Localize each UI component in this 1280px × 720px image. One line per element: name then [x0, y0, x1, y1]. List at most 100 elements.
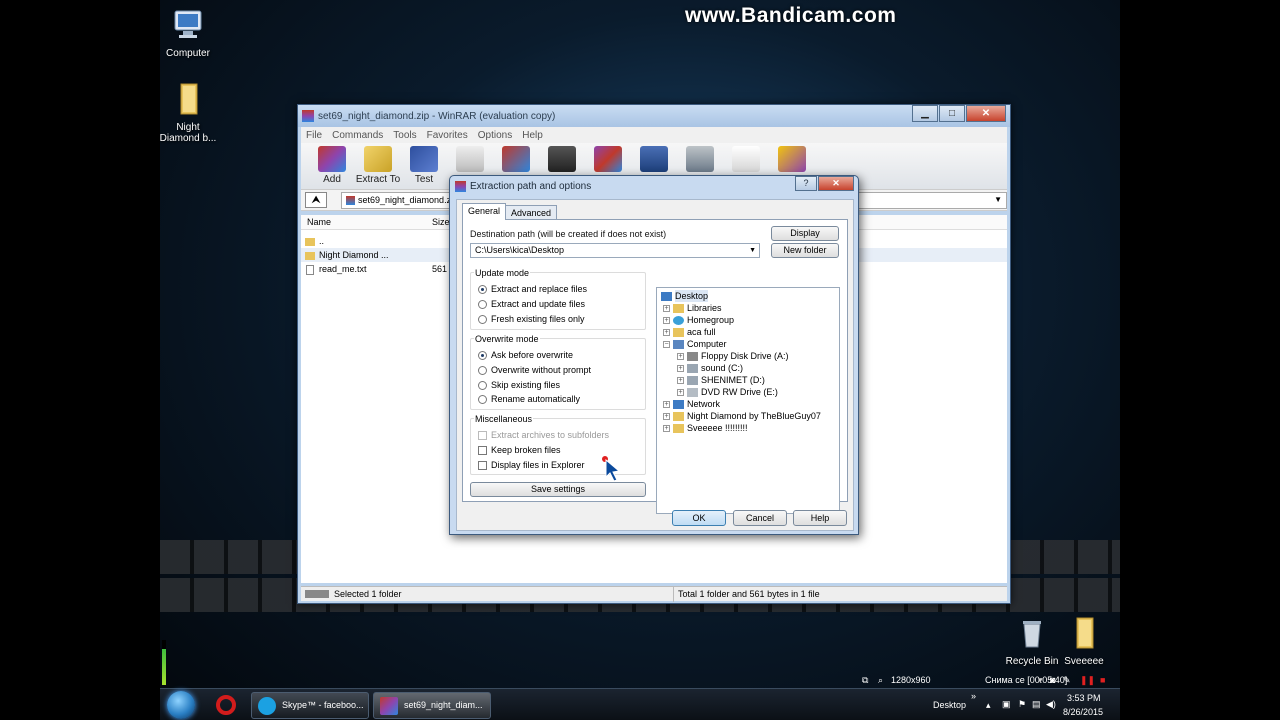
- tree-item-network[interactable]: + Network: [663, 398, 720, 410]
- display-button[interactable]: Display: [771, 226, 839, 241]
- menu-file[interactable]: File: [306, 130, 322, 141]
- mic-icon[interactable]: ✎: [1063, 675, 1071, 686]
- close-button[interactable]: ✕: [966, 105, 1006, 122]
- dialog-help-icon[interactable]: ?: [795, 176, 817, 191]
- tree-item-libraries[interactable]: + Libraries: [663, 302, 722, 314]
- tree-item-homegroup[interactable]: + Homegroup: [663, 314, 734, 326]
- expand-icon[interactable]: +: [663, 328, 670, 336]
- menu-options[interactable]: Options: [478, 130, 512, 141]
- desktop-icon-recycle-bin[interactable]: Recycle Bin: [1002, 616, 1062, 667]
- expand-icon[interactable]: +: [663, 316, 670, 324]
- update-mode-group: Update mode Extract and replace files Ex…: [470, 268, 646, 330]
- tree-item-floppy[interactable]: + Floppy Disk Drive (A:): [677, 350, 789, 362]
- expand-icon[interactable]: +: [663, 400, 670, 408]
- folder-tree[interactable]: Desktop + Libraries + Homegroup + aca full …: [656, 287, 840, 514]
- comment-button[interactable]: [723, 143, 769, 174]
- save-settings-button[interactable]: Save settings: [470, 482, 646, 497]
- radio-extract-update[interactable]: Extract and update files: [478, 299, 585, 309]
- find-button[interactable]: [539, 143, 585, 174]
- taskbar-item-winrar[interactable]: set69_night_diam...: [373, 692, 491, 719]
- radio-extract-replace[interactable]: Extract and replace files: [478, 284, 587, 294]
- radio-ask-before-overwrite[interactable]: Ask before overwrite: [478, 350, 573, 360]
- tray-app-icon[interactable]: ▣: [1002, 699, 1011, 710]
- info-button[interactable]: [631, 143, 677, 174]
- dialog-body: General Advanced Destination path (will …: [456, 199, 854, 531]
- extract-to-button[interactable]: Extract To: [355, 143, 401, 185]
- maximize-button[interactable]: □: [939, 105, 965, 122]
- desktop-icon-sveeeee[interactable]: Sveeeee: [1054, 616, 1114, 667]
- virusscan-button[interactable]: [677, 143, 723, 174]
- tab-advanced[interactable]: Advanced: [505, 205, 558, 220]
- toolbar-chevron[interactable]: »: [971, 691, 976, 701]
- radio-fresh-only[interactable]: Fresh existing files only: [478, 314, 585, 324]
- desktop-toolbar-label[interactable]: Desktop: [933, 700, 966, 710]
- desktop-icon-computer[interactable]: Computer: [158, 8, 218, 59]
- cancel-button[interactable]: Cancel: [733, 510, 787, 526]
- camera-icon[interactable]: ◙: [1050, 675, 1055, 685]
- new-folder-button[interactable]: New folder: [771, 243, 839, 258]
- collapse-icon[interactable]: −: [663, 340, 670, 348]
- stop-icon[interactable]: ■: [1100, 675, 1105, 685]
- tray-chevron-icon[interactable]: ▴: [986, 700, 991, 711]
- network-icon[interactable]: ▤: [1032, 699, 1041, 710]
- sfx-button[interactable]: [769, 143, 815, 174]
- expand-icon[interactable]: +: [677, 352, 684, 360]
- tab-general[interactable]: General: [462, 203, 507, 220]
- menu-commands[interactable]: Commands: [332, 130, 383, 141]
- delete-button[interactable]: [493, 143, 539, 174]
- network-icon: [673, 399, 684, 409]
- capture-icon[interactable]: ⧉: [862, 675, 868, 686]
- tree-item-aca-full[interactable]: + aca full: [663, 326, 716, 338]
- radio-rename-automatically[interactable]: Rename automatically: [478, 394, 580, 404]
- expand-icon[interactable]: +: [677, 376, 684, 384]
- column-name[interactable]: Name: [307, 217, 331, 227]
- help-button[interactable]: Help: [793, 510, 847, 526]
- view-button[interactable]: [447, 143, 493, 174]
- radio-skip-existing[interactable]: Skip existing files: [478, 380, 560, 390]
- chevron-down-icon[interactable]: ▾: [1038, 675, 1043, 686]
- dialog-titlebar[interactable]: Extraction path and options ? ✕: [450, 176, 858, 197]
- column-size[interactable]: Size: [432, 217, 450, 227]
- menu-help[interactable]: Help: [522, 130, 543, 141]
- tree-item-computer[interactable]: − Computer: [663, 338, 727, 350]
- clock-time[interactable]: 3:53 PM: [1067, 693, 1101, 703]
- tree-item-desktop[interactable]: Desktop: [661, 290, 709, 302]
- zoom-icon[interactable]: ⌕: [878, 675, 883, 686]
- tree-item-sveeeee[interactable]: + Sveeeee !!!!!!!!!: [663, 422, 748, 434]
- chevron-down-icon[interactable]: ▼: [749, 244, 756, 257]
- desktop-icon-night-diamond[interactable]: Night Diamond b...: [158, 82, 218, 144]
- winrar-titlebar[interactable]: set69_night_diamond.zip - WinRAR (evalua…: [298, 105, 1010, 127]
- ok-button[interactable]: OK: [672, 510, 726, 526]
- taskbar-item-skype[interactable]: Skype™ - faceboo...: [251, 692, 369, 719]
- opera-icon[interactable]: [216, 695, 236, 715]
- tree-item-drive-d[interactable]: + SHENIMET (D:): [677, 374, 765, 386]
- start-button[interactable]: [167, 691, 195, 719]
- checkbox-display-in-explorer[interactable]: Display files in Explorer: [478, 460, 585, 470]
- chevron-down-icon[interactable]: ▼: [994, 195, 1002, 204]
- expand-icon[interactable]: +: [663, 412, 670, 420]
- menu-favorites[interactable]: Favorites: [427, 130, 468, 141]
- menu-tools[interactable]: Tools: [393, 130, 416, 141]
- wizard-button[interactable]: [585, 143, 631, 174]
- destination-path-input[interactable]: C:\Users\kica\Desktop ▼: [470, 243, 760, 258]
- add-button[interactable]: Add: [309, 143, 355, 185]
- flag-icon[interactable]: ⚑: [1018, 699, 1026, 710]
- pause-icon[interactable]: ❚❚: [1080, 675, 1095, 686]
- up-folder-button[interactable]: ⮝: [305, 192, 327, 208]
- expand-icon[interactable]: +: [677, 364, 684, 372]
- expand-icon[interactable]: +: [663, 304, 670, 312]
- expand-icon[interactable]: +: [677, 388, 684, 396]
- volume-icon[interactable]: ◀): [1046, 699, 1056, 710]
- tree-item-drive-c[interactable]: + sound (C:): [677, 362, 743, 374]
- tree-item-dvd-drive[interactable]: + DVD RW Drive (E:): [677, 386, 778, 398]
- minimize-button[interactable]: ▁: [912, 105, 938, 122]
- radio-overwrite-without-prompt[interactable]: Overwrite without prompt: [478, 365, 591, 375]
- dialog-close-button[interactable]: ✕: [818, 176, 854, 191]
- expand-icon[interactable]: +: [663, 424, 670, 432]
- clock-date[interactable]: 8/26/2015: [1063, 707, 1103, 717]
- checkbox-extract-subfolders: Extract archives to subfolders: [478, 430, 609, 440]
- dvd-drive-icon: [687, 387, 698, 397]
- tree-item-night-diamond[interactable]: + Night Diamond by TheBlueGuy07: [663, 410, 821, 422]
- checkbox-keep-broken[interactable]: Keep broken files: [478, 445, 561, 455]
- test-button[interactable]: Test: [401, 143, 447, 185]
